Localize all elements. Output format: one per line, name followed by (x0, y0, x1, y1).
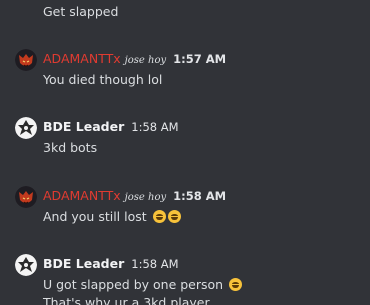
author-name[interactable]: BDE Leader (43, 119, 124, 134)
avatar-bde-leader-icon[interactable] (15, 254, 37, 276)
message-text: U got slapped by one person (43, 277, 224, 292)
avatar-bde-leader-icon[interactable] (15, 117, 37, 139)
message-text: 3kd bots (43, 140, 98, 155)
timestamp: 1:58 AM (173, 189, 227, 203)
author-tag: jose hoy (124, 192, 167, 203)
author-tag: jose hoy (124, 55, 167, 66)
timestamp: 1:58 AM (131, 257, 179, 271)
message-text: Get slapped (43, 4, 119, 19)
author-name[interactable]: ADAMANTTx (43, 51, 121, 66)
rofl-emoji-icon (152, 210, 166, 223)
message-text-line2: That's why ur a 3kd player (43, 295, 210, 305)
author-name[interactable]: BDE Leader (43, 256, 124, 271)
avatar-adamanttx-icon[interactable] (15, 49, 37, 71)
rofl-emoji-icon (229, 278, 243, 291)
message-text-row: U got slapped by one person (43, 277, 243, 292)
timestamp: 1:57 AM (173, 52, 227, 66)
author-name[interactable]: ADAMANTTx (43, 188, 121, 203)
message-text-row: And you still lost (43, 209, 181, 224)
message-text: And you still lost (43, 209, 147, 224)
chat-log: Get slapped ADAMANTTx jose hoy 1:57 AM Y… (0, 0, 370, 305)
avatar-adamanttx-icon[interactable] (15, 186, 37, 208)
message-text: You died though lol (43, 72, 163, 87)
timestamp: 1:58 AM (131, 120, 179, 134)
rofl-emoji-icon (167, 210, 181, 223)
